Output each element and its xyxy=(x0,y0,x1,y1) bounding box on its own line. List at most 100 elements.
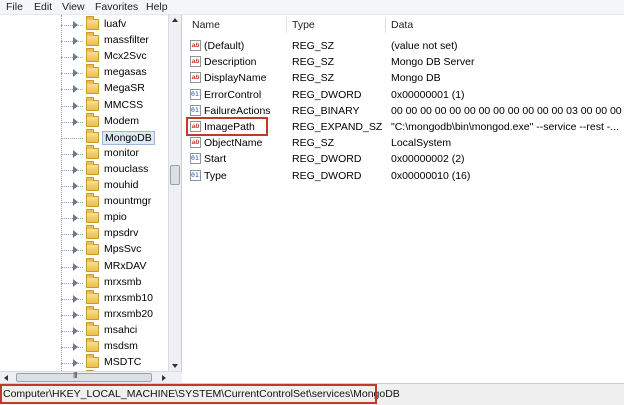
tree-connector xyxy=(61,218,83,220)
tree-item[interactable]: mrxsmb xyxy=(0,273,170,291)
tree-item-label: megasas xyxy=(104,66,147,79)
menu-view[interactable]: View xyxy=(62,1,85,13)
expand-arrow-icon[interactable] xyxy=(73,198,78,207)
value-type: REG_SZ xyxy=(292,72,335,85)
value-type: REG_BINARY xyxy=(292,104,360,117)
column-separator[interactable] xyxy=(286,17,287,33)
expand-arrow-icon[interactable] xyxy=(73,230,78,239)
tree-item[interactable]: MMCSS xyxy=(0,96,170,114)
expand-arrow-icon[interactable] xyxy=(73,246,78,255)
menu-edit[interactable]: Edit xyxy=(34,1,52,13)
expand-arrow-icon[interactable] xyxy=(73,53,78,62)
value-name: (Default) xyxy=(204,40,245,52)
folder-icon xyxy=(86,128,99,143)
tree-item-label: MegaSR xyxy=(104,82,145,95)
expand-arrow-icon[interactable] xyxy=(73,278,78,287)
expand-arrow-icon[interactable] xyxy=(73,359,78,368)
value-type: REG_DWORD xyxy=(292,88,362,101)
expand-arrow-icon[interactable] xyxy=(73,294,78,303)
folder-icon xyxy=(86,80,99,95)
column-header-data[interactable]: Data xyxy=(391,19,413,31)
column-header-name[interactable]: Name xyxy=(192,19,220,31)
value-row[interactable]: 011Type REG_DWORD 0x00000010 (16) xyxy=(186,168,624,184)
tree-vertical-scrollbar[interactable] xyxy=(168,15,181,371)
scroll-thumb[interactable] xyxy=(170,165,180,185)
tree-item[interactable]: mpsdrv xyxy=(0,225,170,242)
tree-item[interactable]: mountmgr xyxy=(0,193,170,210)
tree-item[interactable]: mouclass xyxy=(0,160,170,178)
tree-item[interactable]: luafv xyxy=(0,16,170,33)
value-row[interactable]: 011Start REG_DWORD 0x00000002 (2) xyxy=(186,151,624,167)
tree-item[interactable]: mrxsmb20 xyxy=(0,305,170,323)
value-row[interactable]: ab ObjectName REG_SZ LocalSystem xyxy=(186,135,624,151)
expand-arrow-icon[interactable] xyxy=(73,69,78,78)
tree-item[interactable]: Modem xyxy=(0,112,170,130)
folder-icon xyxy=(86,225,99,240)
registry-key-tree[interactable]: luafv massfilter Mcx2Svc megasas MegaSR MMCSS… xyxy=(0,15,182,383)
column-separator[interactable] xyxy=(385,17,386,33)
status-path-highlight-box xyxy=(0,384,377,404)
tree-item-label: mrxsmb xyxy=(104,275,142,288)
tree-item[interactable]: MRxDAV xyxy=(0,257,170,275)
tree-item[interactable]: msdsm xyxy=(0,338,170,355)
expand-arrow-icon[interactable] xyxy=(73,310,78,319)
tree-item[interactable]: Mcx2Svc xyxy=(0,48,170,65)
scroll-right-icon[interactable] xyxy=(162,375,166,381)
value-row[interactable]: 011ErrorControl REG_DWORD 0x00000001 (1) xyxy=(186,87,624,103)
menu-favorites[interactable]: Favorites xyxy=(95,1,138,13)
value-row[interactable]: ab Description REG_SZ Mongo DB Server xyxy=(186,54,624,70)
value-row[interactable]: ab (Default) REG_SZ (value not set) xyxy=(186,38,624,54)
menu-file[interactable]: File xyxy=(6,1,23,13)
tree-connector xyxy=(61,314,83,316)
tree-connector xyxy=(61,363,83,365)
tree-item[interactable]: MpsSvc xyxy=(0,241,170,258)
tree-item[interactable]: MongoDB xyxy=(0,128,170,146)
scroll-thumb-horizontal[interactable]: III xyxy=(16,371,152,382)
value-name: ErrorControl xyxy=(204,88,262,101)
tree-item[interactable]: megasas xyxy=(0,64,170,81)
expand-arrow-icon[interactable] xyxy=(73,343,78,351)
tree-item[interactable]: mrxsmb10 xyxy=(0,289,170,307)
tree-item[interactable]: MegaSR xyxy=(0,80,170,97)
scroll-left-icon[interactable] xyxy=(4,375,8,381)
expand-arrow-icon[interactable] xyxy=(73,101,78,110)
expand-arrow-icon[interactable] xyxy=(73,85,78,94)
column-header-type[interactable]: Type xyxy=(292,19,315,31)
expand-arrow-icon[interactable] xyxy=(73,262,78,271)
scroll-down-icon[interactable] xyxy=(172,364,178,368)
tree-item-label: mouhid xyxy=(104,179,139,191)
tree-item-label: Modem xyxy=(104,114,140,127)
tree-item[interactable]: MSDTC xyxy=(0,354,170,371)
expand-arrow-icon[interactable] xyxy=(73,182,78,190)
tree-item[interactable]: monitor xyxy=(0,144,170,162)
expand-arrow-icon[interactable] xyxy=(73,214,78,223)
tree-item[interactable]: mouhid xyxy=(0,177,170,194)
string-value-icon: ab xyxy=(190,137,201,149)
tree-item[interactable]: massfilter xyxy=(0,32,170,49)
expand-arrow-icon[interactable] xyxy=(73,326,78,335)
tree-item[interactable]: mpio xyxy=(0,209,170,226)
string-value-icon: ab xyxy=(190,40,201,51)
scroll-up-icon[interactable] xyxy=(172,18,178,22)
tree-connector xyxy=(61,169,83,171)
scroll-grip: III xyxy=(73,371,78,380)
expand-arrow-icon[interactable] xyxy=(73,149,78,158)
tree-connector xyxy=(61,298,83,300)
tree-horizontal-scrollbar[interactable]: III xyxy=(0,371,182,383)
binary-value-icon: 011 xyxy=(190,88,201,100)
registry-values-pane[interactable]: Name Type Data ab (Default) REG_SZ (value n… xyxy=(186,15,624,383)
folder-icon xyxy=(86,16,99,30)
expand-arrow-icon[interactable] xyxy=(73,165,78,174)
tree-item[interactable]: msahci xyxy=(0,321,170,339)
value-name: Type xyxy=(204,169,227,182)
menu-help[interactable]: Help xyxy=(146,1,168,13)
string-value-icon: ab xyxy=(190,72,201,84)
folder-icon xyxy=(86,96,99,111)
expand-arrow-icon[interactable] xyxy=(73,117,78,126)
expand-arrow-icon[interactable] xyxy=(73,37,78,46)
value-row[interactable]: ab DisplayName REG_SZ Mongo DB xyxy=(186,70,624,86)
expand-arrow-icon[interactable] xyxy=(73,21,78,29)
folder-icon xyxy=(86,273,99,288)
tree-item-label: MongoDB xyxy=(102,130,155,145)
value-type: REG_SZ xyxy=(292,137,335,150)
